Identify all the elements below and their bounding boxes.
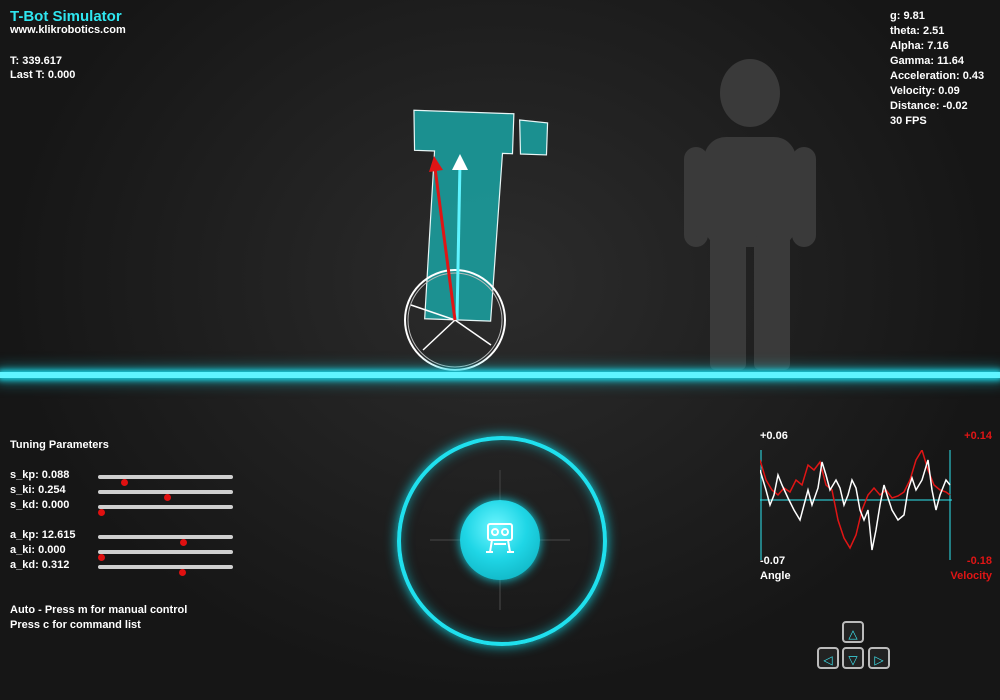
slider-s-ki[interactable]: s_ki: 0.254 bbox=[10, 484, 240, 501]
signal-chart: +0.06 +0.14 -0.07 -0.18 Angle Velocity bbox=[756, 430, 996, 585]
arrow-down-button[interactable]: ▽ bbox=[842, 647, 864, 669]
arrow-right-icon: ▷ bbox=[874, 653, 884, 667]
slider-track[interactable] bbox=[98, 475, 233, 486]
velocity-min-label: -0.18 bbox=[966, 555, 992, 567]
velocity-legend: Velocity bbox=[950, 570, 992, 582]
stat-theta: theta: 2.51 bbox=[890, 25, 945, 37]
mode-status: Auto - Press m for manual control bbox=[10, 604, 188, 616]
slider-a-kd[interactable]: a_kd: 0.312 bbox=[10, 559, 240, 576]
slider-label: a_kd: 0.312 bbox=[10, 559, 70, 571]
arrow-right-button[interactable]: ▷ bbox=[868, 647, 890, 669]
velocity-max-label: +0.14 bbox=[964, 430, 992, 442]
slider-track[interactable] bbox=[97, 505, 233, 516]
app-title: T-Bot Simulator bbox=[10, 8, 122, 25]
stat-alpha: Alpha: 7.16 bbox=[890, 40, 949, 52]
slider-track[interactable] bbox=[98, 490, 233, 501]
arrow-left-icon: ◁ bbox=[823, 653, 833, 667]
last-time-readout: Last T: 0.000 bbox=[10, 69, 76, 81]
time-readout: T: 339.617 bbox=[10, 55, 62, 67]
robot-icon bbox=[486, 523, 514, 553]
stat-distance: Distance: -0.02 bbox=[890, 100, 968, 112]
angle-max-label: +0.06 bbox=[760, 430, 788, 442]
arrow-left-button[interactable]: ◁ bbox=[817, 647, 839, 669]
stats-panel: g: 9.81 theta: 2.51 Alpha: 7.16 Gamma: 1… bbox=[890, 9, 990, 129]
angle-legend: Angle bbox=[760, 570, 791, 582]
slider-label: s_ki: 0.254 bbox=[10, 484, 66, 496]
arrow-down-icon: ▽ bbox=[848, 653, 858, 667]
slider-handle[interactable] bbox=[97, 509, 105, 516]
robot-body bbox=[413, 109, 549, 322]
robot-model bbox=[404, 109, 549, 371]
slider-label: s_kd: 0.000 bbox=[10, 499, 70, 511]
slider-s-kd[interactable]: s_kd: 0.000 bbox=[10, 499, 240, 516]
slider-a-ki[interactable]: a_ki: 0.000 bbox=[10, 544, 240, 561]
ground-line bbox=[0, 372, 1000, 378]
slider-handle[interactable] bbox=[178, 569, 186, 576]
slider-label: a_ki: 0.000 bbox=[10, 544, 66, 556]
arrow-up-button[interactable]: △ bbox=[842, 621, 864, 643]
slider-s-kp[interactable]: s_kp: 0.088 bbox=[10, 469, 240, 486]
human-silhouette bbox=[684, 59, 816, 370]
website-link[interactable]: www.klikrobotics.com bbox=[10, 24, 126, 36]
slider-track[interactable] bbox=[98, 535, 233, 546]
command-hint: Press c for command list bbox=[10, 619, 141, 631]
joystick-knob[interactable] bbox=[460, 500, 540, 580]
stat-g: g: 9.81 bbox=[890, 10, 925, 22]
stat-velocity: Velocity: 0.09 bbox=[890, 85, 960, 97]
chart-plot bbox=[760, 450, 952, 560]
slider-track[interactable] bbox=[98, 565, 233, 576]
slider-label: a_kp: 12.615 bbox=[10, 529, 76, 541]
slider-label: s_kp: 0.088 bbox=[10, 469, 70, 481]
stat-gamma: Gamma: 11.64 bbox=[890, 55, 964, 67]
arrow-up-icon: △ bbox=[848, 627, 858, 641]
stat-fps: 30 FPS bbox=[890, 115, 927, 127]
tuning-title: Tuning Parameters bbox=[10, 439, 109, 451]
angle-min-label: -0.07 bbox=[760, 555, 786, 567]
slider-track[interactable] bbox=[97, 550, 233, 561]
slider-a-kp[interactable]: a_kp: 12.615 bbox=[10, 529, 240, 546]
stat-acceleration: Acceleration: 0.43 bbox=[890, 70, 985, 82]
